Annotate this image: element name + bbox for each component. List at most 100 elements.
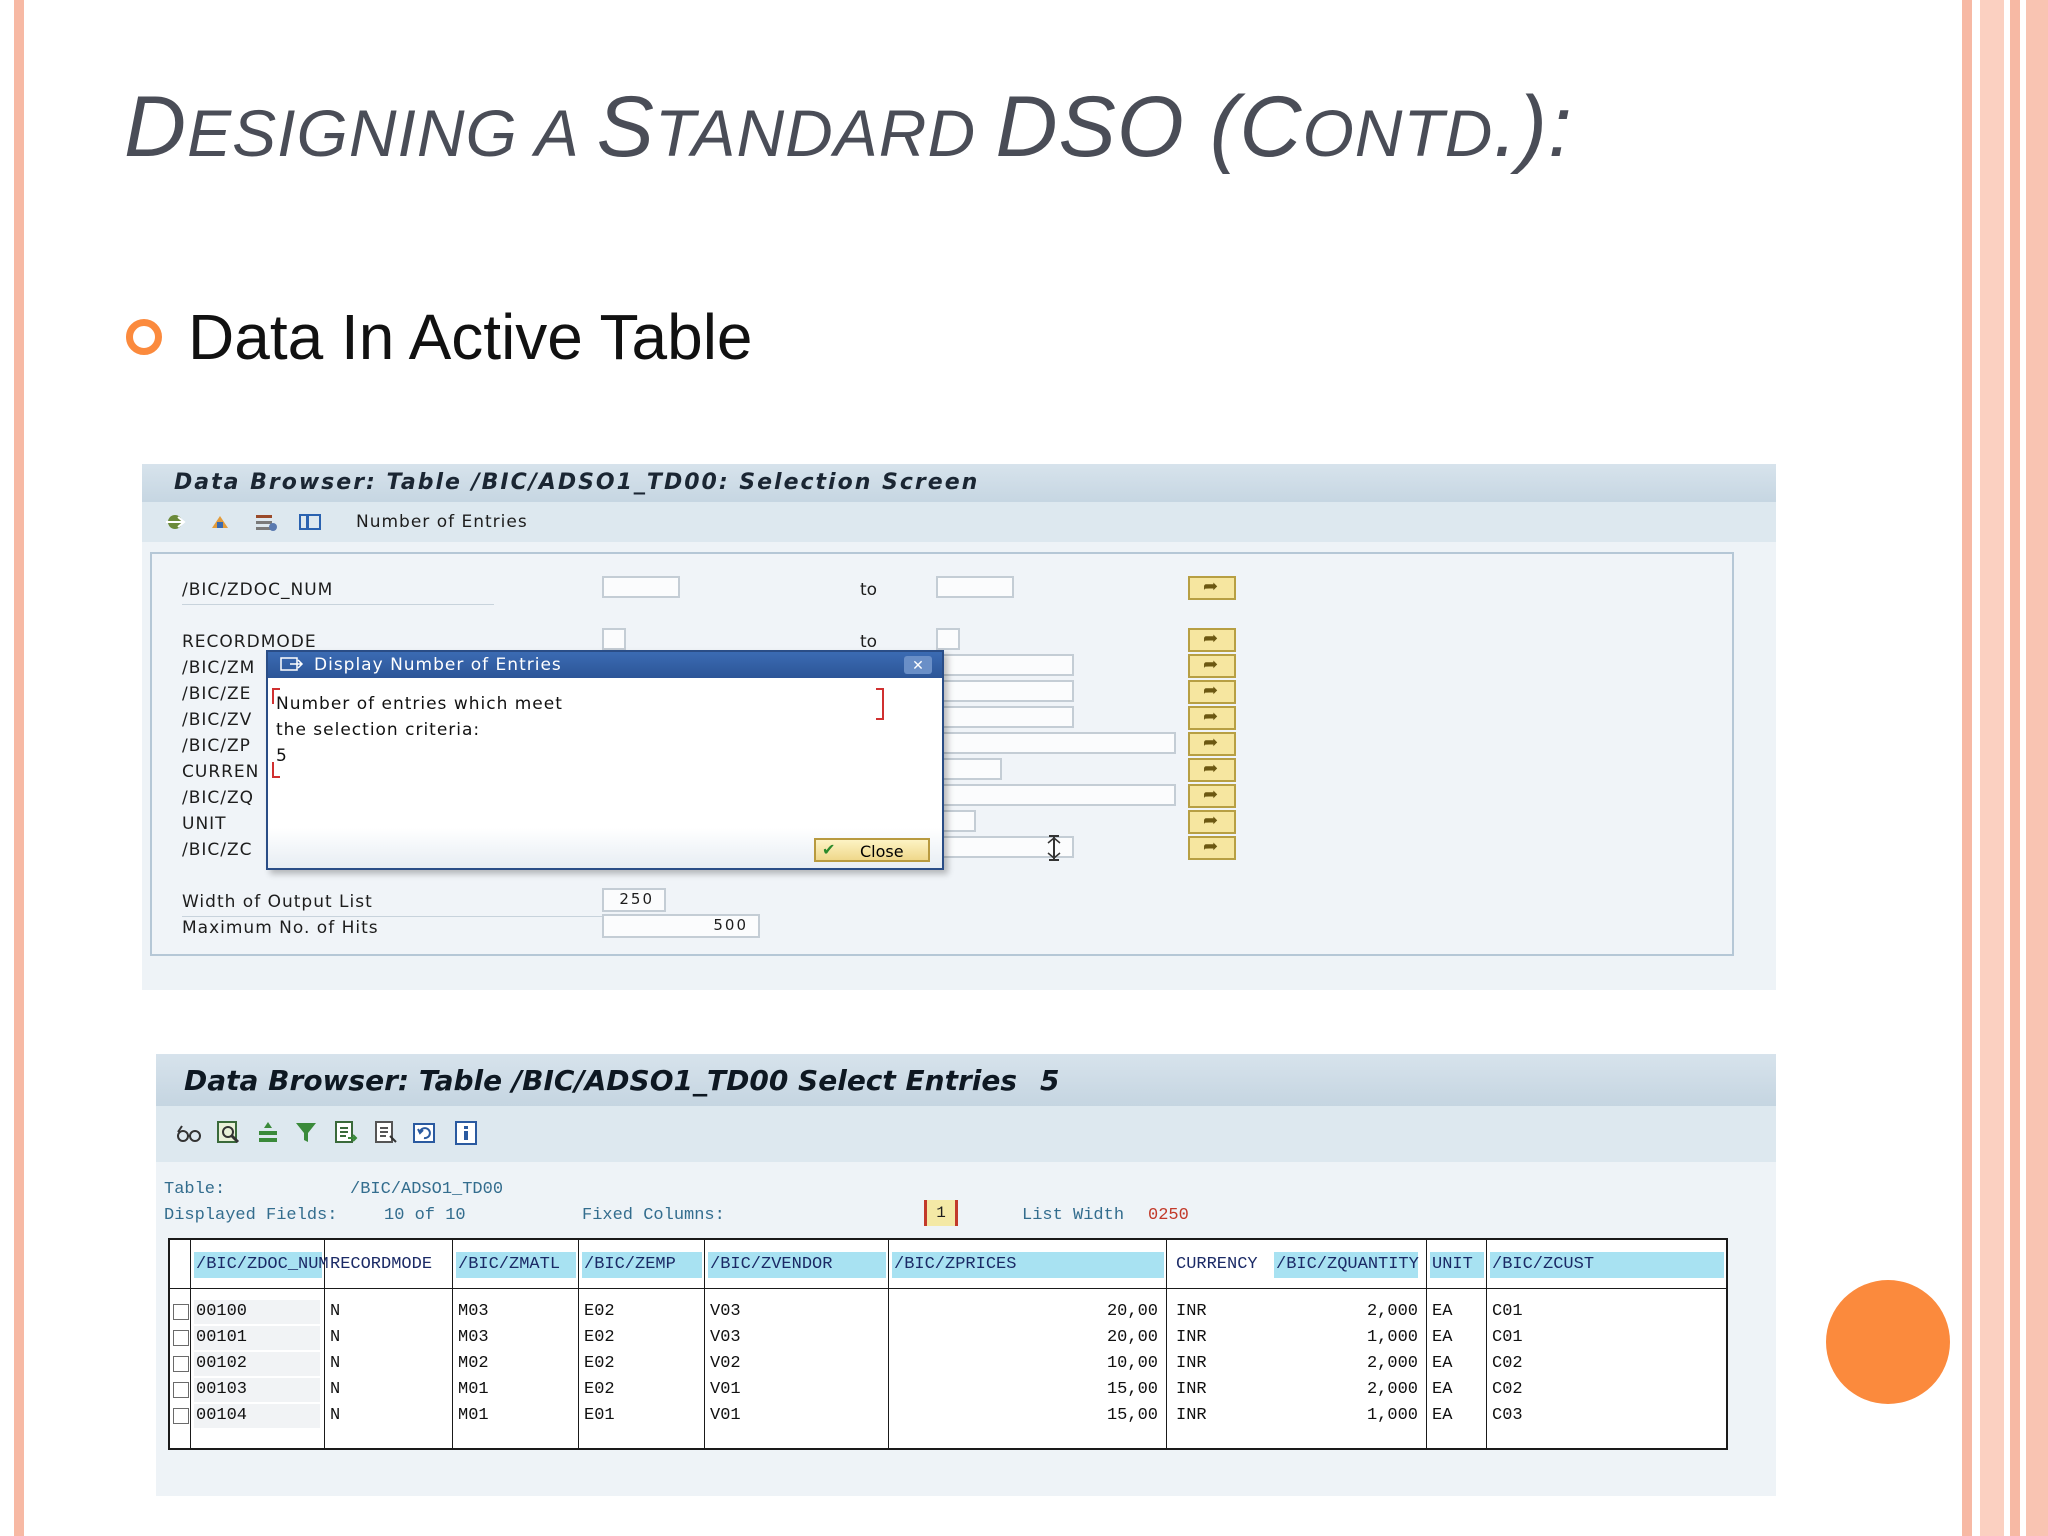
table-cell: C03: [1492, 1406, 1523, 1425]
field-label: /BIC/ZQ: [182, 788, 255, 808]
column-header[interactable]: /BIC/ZQUANTITY: [1274, 1252, 1419, 1278]
table-cell: C02: [1492, 1380, 1523, 1399]
layout-icon[interactable]: [298, 512, 322, 532]
to-input[interactable]: [936, 654, 1074, 676]
slide-right-border: [1962, 0, 1972, 1536]
to-input[interactable]: [936, 576, 1014, 598]
label-underline: [182, 916, 602, 917]
number-of-entries-button[interactable]: Number of Entries: [356, 512, 528, 532]
to-input[interactable]: [936, 680, 1074, 702]
column-header[interactable]: /BIC/ZMATL: [456, 1252, 576, 1278]
from-input[interactable]: [602, 576, 680, 598]
slide-title: DESIGNING A STANDARD DSO (CONTD.):: [124, 78, 1573, 177]
entries-title: Data Browser: Table /BIC/ADSO1_TD00 Sele…: [184, 1064, 1018, 1097]
table-cell: M01: [458, 1380, 489, 1399]
table-cell: 00104: [194, 1404, 320, 1428]
width-input[interactable]: 250: [602, 888, 666, 912]
column-header[interactable]: /BIC/ZPRICES: [892, 1252, 1164, 1278]
execute-icon[interactable]: [164, 512, 188, 532]
table-cell: 1,000: [1366, 1328, 1418, 1347]
table-cell: E02: [584, 1302, 615, 1321]
bullet-text: Data In Active Table: [188, 301, 753, 373]
row-select-checkbox[interactable]: [173, 1382, 189, 1398]
column-header[interactable]: /BIC/ZDOC_NUM: [194, 1252, 329, 1278]
slide-left-border: [14, 0, 24, 1536]
search-icon[interactable]: [216, 1120, 242, 1146]
column-separator: [1166, 1240, 1167, 1448]
fixed-columns-input[interactable]: 1: [924, 1200, 958, 1226]
multiple-selection-button[interactable]: [1188, 706, 1236, 730]
to-input[interactable]: [936, 784, 1176, 806]
table-cell: 00100: [194, 1300, 320, 1324]
displayed-fields-label: Displayed Fields:: [164, 1206, 338, 1225]
maxhits-input[interactable]: 500: [602, 914, 760, 938]
column-header[interactable]: CURRENCY: [1174, 1252, 1276, 1278]
column-header[interactable]: /BIC/ZVENDOR: [708, 1252, 886, 1278]
column-header[interactable]: /BIC/ZEMP: [582, 1252, 702, 1278]
table-cell: N: [330, 1380, 341, 1399]
to-input[interactable]: [936, 706, 1074, 728]
row-select-checkbox[interactable]: [173, 1330, 189, 1346]
field-label: RECORDMODE: [182, 632, 317, 652]
table-cell: 20,00: [1106, 1328, 1158, 1347]
slide-right-border: [2010, 0, 2020, 1536]
from-input[interactable]: [602, 628, 626, 650]
table-cell: N: [330, 1354, 341, 1373]
refresh-icon[interactable]: [412, 1120, 438, 1146]
table-cell: 1,000: [1366, 1406, 1418, 1425]
multiple-selection-button[interactable]: [1188, 628, 1236, 652]
table-cell: INR: [1176, 1406, 1207, 1425]
document-icon[interactable]: [374, 1120, 398, 1146]
row-select-checkbox[interactable]: [173, 1304, 189, 1320]
glasses-icon[interactable]: [176, 1122, 202, 1146]
get-variant-icon[interactable]: [254, 512, 278, 532]
table-cell: 00103: [194, 1378, 320, 1402]
column-header[interactable]: UNIT: [1430, 1252, 1484, 1278]
filter-icon[interactable]: [294, 1120, 318, 1146]
multiple-selection-button[interactable]: [1188, 810, 1236, 834]
text-cursor-icon: [1047, 835, 1061, 861]
table-cell: V01: [710, 1380, 741, 1399]
to-input[interactable]: [936, 628, 960, 650]
multiple-selection-button[interactable]: [1188, 784, 1236, 808]
sort-ascending-icon[interactable]: [256, 1120, 280, 1146]
multiple-selection-button[interactable]: [1188, 654, 1236, 678]
dialog-titlebar: Display Number of Entries ✕: [268, 652, 942, 678]
field-label: /BIC/ZM: [182, 658, 256, 678]
table-cell: EA: [1432, 1354, 1453, 1373]
table-cell: 00102: [194, 1352, 320, 1376]
multiple-selection-button[interactable]: [1188, 836, 1236, 860]
table-cell: INR: [1176, 1380, 1207, 1399]
to-input[interactable]: [936, 758, 1002, 780]
info-icon[interactable]: [454, 1120, 478, 1146]
table-cell: V03: [710, 1328, 741, 1347]
export-icon[interactable]: [334, 1120, 358, 1146]
width-label: Width of Output List: [182, 892, 373, 912]
table-cell: 2,000: [1366, 1354, 1418, 1373]
multiple-selection-button[interactable]: [1188, 758, 1236, 782]
table-cell: INR: [1176, 1354, 1207, 1373]
column-separator: [578, 1240, 579, 1448]
dialog-close-icon[interactable]: ✕: [904, 656, 932, 674]
bullet-item: Data In Active Table: [126, 300, 753, 374]
row-select-checkbox[interactable]: [173, 1356, 189, 1372]
multiple-selection-button[interactable]: [1188, 732, 1236, 756]
table-cell: 15,00: [1106, 1380, 1158, 1399]
column-header[interactable]: RECORDMODE: [328, 1252, 450, 1278]
table-cell: V03: [710, 1302, 741, 1321]
row-select-checkbox[interactable]: [173, 1408, 189, 1424]
dialog-entry-count: 5: [276, 746, 288, 766]
title-part: .):: [1493, 79, 1573, 175]
close-button[interactable]: ✔ Close: [814, 838, 930, 862]
field-label: /BIC/ZE: [182, 684, 252, 704]
table-cell: 15,00: [1106, 1406, 1158, 1425]
multiple-selection-button[interactable]: [1188, 680, 1236, 704]
column-separator: [704, 1240, 705, 1448]
table-cell: M02: [458, 1354, 489, 1373]
column-header[interactable]: /BIC/ZCUST: [1490, 1252, 1724, 1278]
field-label: CURREN: [182, 762, 260, 782]
title-part: ONTD: [1302, 96, 1494, 170]
to-input[interactable]: [936, 732, 1176, 754]
save-variant-icon[interactable]: [208, 512, 232, 532]
multiple-selection-button[interactable]: [1188, 576, 1236, 600]
